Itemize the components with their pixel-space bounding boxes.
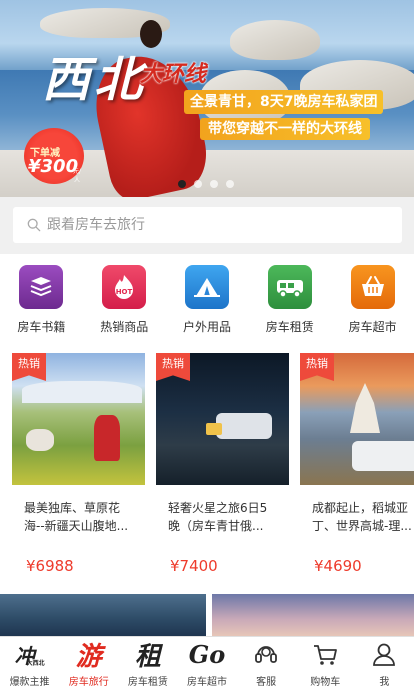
product-card[interactable]: 热销 成都起止，稻城亚丁、世界高城-理... ¥4690 [300, 353, 414, 575]
go-logo-icon: Go [188, 639, 226, 669]
product-card[interactable]: 热销 轻奢火星之旅6日5晚（房车青甘俄... ¥7400 [156, 353, 289, 575]
bottom-tab-bar: 冲大西北 爆款主推 游 房车旅行 租 房车租赁 Go 房车超市 客服 购物车 我 [0, 636, 414, 692]
banner-line-2: 带您穿越不一样的大环线 [200, 118, 370, 140]
carousel-dots [178, 180, 234, 188]
category-label: 房车租赁 [265, 320, 314, 334]
category-label: 房车超市 [348, 320, 397, 334]
category-label: 热销商品 [100, 320, 149, 334]
carousel-dot[interactable] [226, 180, 234, 188]
chong-logo-icon: 冲大西北 [14, 643, 45, 668]
books-icon [19, 265, 64, 309]
product-image: 热销 [300, 353, 414, 485]
search-bar-container [0, 197, 414, 254]
tab-customer-service[interactable]: 客服 [237, 637, 296, 692]
hot-tag: 热销 [300, 353, 334, 381]
you-logo-icon: 游 [75, 641, 102, 672]
cart-icon [311, 637, 339, 671]
product-price: ¥7400 [170, 557, 218, 575]
category-books[interactable]: 房车书籍 [0, 254, 83, 343]
category-label: 房车书籍 [17, 320, 66, 334]
carousel-dot[interactable] [194, 180, 202, 188]
basket-icon [350, 265, 395, 309]
hot-tag: 热销 [156, 353, 190, 381]
user-icon [370, 637, 398, 671]
product-price: ¥6988 [26, 557, 74, 575]
category-row: 房车书籍 HOT 热销商品 户外用品 房车租赁 房车超市 [0, 254, 414, 343]
tab-label: 客服 [256, 677, 277, 688]
discount-badge: 下单减 ¥300 元/人 [24, 112, 84, 184]
search-box[interactable] [13, 207, 402, 243]
preview-image[interactable] [0, 594, 206, 636]
rv-shape [216, 413, 272, 439]
tab-rv-rental[interactable]: 租 房车租赁 [118, 637, 177, 692]
tab-label: 房车旅行 [68, 677, 109, 688]
tab-label: 我 [379, 677, 390, 688]
section-preview [0, 588, 414, 636]
tab-cart[interactable]: 购物车 [296, 637, 355, 692]
light-shape [206, 423, 222, 435]
mountain-shape [22, 381, 142, 403]
product-image: 热销 [156, 353, 289, 485]
carousel-dot[interactable] [210, 180, 218, 188]
tab-label: 房车租赁 [127, 677, 168, 688]
product-price: ¥4690 [314, 557, 362, 575]
hot-tag: 热销 [12, 353, 46, 381]
search-icon [27, 218, 41, 232]
zu-logo-icon: 租 [134, 641, 161, 672]
tab-label: 购物车 [310, 677, 341, 688]
promo-banner[interactable]: 西北 大环线 全景青甘，8天7晚房车私家团 带您穿越不一样的大环线 下单减 ¥3… [0, 0, 414, 197]
carousel-dot[interactable] [178, 180, 186, 188]
banner-rock [230, 20, 320, 60]
badge-unit: 元/人 [72, 168, 82, 184]
page: 西北 大环线 全景青甘，8天7晚房车私家团 带您穿越不一样的大环线 下单减 ¥3… [0, 0, 414, 692]
preview-image[interactable] [212, 594, 414, 636]
product-list: 热销 最美独库、草原花海--新疆天山腹地... ¥6988 热销 轻奢火星之旅6… [0, 343, 414, 588]
tent-icon [184, 265, 229, 309]
category-outdoor[interactable]: 户外用品 [166, 254, 249, 343]
horse-shape [26, 429, 54, 451]
tab-label: 房车超市 [186, 677, 227, 688]
category-rv-rental[interactable]: 房车租赁 [248, 254, 331, 343]
hot-icon: HOT [102, 265, 147, 309]
headset-icon [252, 637, 280, 671]
category-hot[interactable]: HOT 热销商品 [83, 254, 166, 343]
product-desc: 成都起止，稻城亚丁、世界高城-理... [312, 501, 412, 533]
category-rv-market[interactable]: 房车超市 [331, 254, 414, 343]
tab-hot-picks[interactable]: 冲大西北 爆款主推 [0, 637, 59, 692]
stupa-shape [350, 383, 380, 433]
product-image: 热销 [12, 353, 145, 485]
figure-shape [94, 415, 120, 461]
product-desc: 轻奢火星之旅6日5晚（房车青甘俄... [168, 501, 268, 533]
product-card[interactable]: 热销 最美独库、草原花海--新疆天山腹地... ¥6988 [12, 353, 145, 575]
banner-line-1: 全景青甘，8天7晚房车私家团 [184, 90, 384, 114]
tab-rv-travel[interactable]: 游 房车旅行 [59, 637, 118, 692]
product-desc: 最美独库、草原花海--新疆天山腹地... [24, 501, 129, 533]
tab-me[interactable]: 我 [355, 637, 414, 692]
rv-shape [352, 441, 414, 471]
category-label: 户外用品 [182, 320, 231, 334]
svg-text:HOT: HOT [116, 288, 133, 296]
banner-title-sub: 大环线 [140, 61, 207, 87]
search-input[interactable] [47, 217, 377, 233]
rv-icon [267, 265, 312, 309]
tab-rv-market[interactable]: Go 房车超市 [177, 637, 236, 692]
banner-title: 西北 [42, 52, 147, 108]
tab-label: 爆款主推 [9, 677, 50, 688]
